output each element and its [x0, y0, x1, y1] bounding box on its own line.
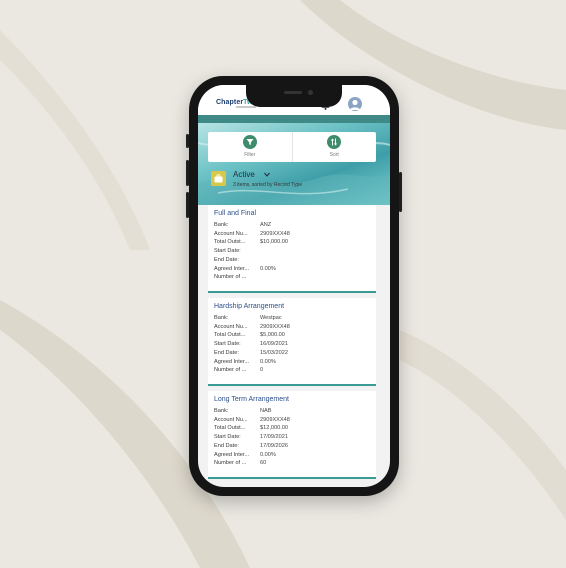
- record-title[interactable]: Long Term Arrangement: [214, 396, 370, 403]
- field-label: Total Outst...: [214, 239, 246, 246]
- record-field: Bank: ANZ: [214, 221, 370, 230]
- record-list: Full and Final Bank: ANZ Account Nu... 290…: [208, 205, 376, 484]
- field-label: Total Outst...: [214, 425, 246, 432]
- field-label: Bank:: [214, 315, 229, 321]
- filter-button[interactable]: Filter: [208, 132, 292, 162]
- field-label: Account Nu...: [214, 323, 248, 330]
- field-label: Agreed Inter...: [214, 358, 250, 365]
- nav-strip: [198, 115, 390, 123]
- field-value: 17/09/2021: [260, 434, 288, 441]
- sort-button[interactable]: Sort: [291, 132, 377, 162]
- field-label: Agreed Inter...: [214, 451, 250, 458]
- volume-down-button: [186, 192, 189, 218]
- field-label: Agreed Inter...: [214, 265, 250, 272]
- record-field: End Date: 15/03/2022: [214, 349, 370, 358]
- sort-label: Sort: [329, 152, 339, 158]
- record-title[interactable]: Full and Final: [214, 210, 370, 217]
- briefcase-icon: [214, 174, 223, 183]
- field-value: ANZ: [260, 222, 272, 228]
- record-field: Total Outst... $12,000.00: [214, 424, 370, 433]
- phone-frame: ChapterTwo: [186, 76, 402, 496]
- record-card[interactable]: Full and Final Bank: ANZ Account Nu... 290…: [208, 205, 376, 293]
- field-value: 17/09/2026: [260, 442, 288, 449]
- record-field: Start Date: 16/09/2021: [214, 340, 370, 349]
- field-value: 60: [260, 460, 267, 467]
- field-value: [260, 256, 370, 265]
- list-view-icon-box: [211, 171, 226, 186]
- user-icon: [350, 99, 360, 110]
- record-field: Number of ... 0: [214, 366, 370, 375]
- record-field: End Date:: [214, 256, 370, 265]
- volume-up-button: [186, 160, 189, 186]
- mute-switch: [186, 134, 189, 148]
- field-value: 2909XXX48: [260, 323, 290, 330]
- record-title[interactable]: Hardship Arrangement: [214, 303, 370, 310]
- field-value: $5,000.00: [260, 332, 285, 339]
- field-value: NAB: [260, 408, 272, 414]
- record-field: Agreed Inter... 0.00%: [214, 451, 370, 460]
- record-field: Start Date:: [214, 247, 370, 256]
- record-field: Account Nu... 2909XXX48: [214, 416, 370, 425]
- field-value: 15/03/2022: [260, 349, 288, 356]
- phone-screen: ChapterTwo: [198, 85, 390, 487]
- action-bar: Filter Sort: [208, 132, 376, 162]
- notch: [246, 85, 342, 107]
- field-label: Bank:: [214, 408, 229, 414]
- record-card[interactable]: Hardship Arrangement Bank: Westpac Accoun…: [208, 298, 376, 386]
- field-label: End Date:: [214, 442, 239, 449]
- field-value: 0.00%: [260, 358, 276, 365]
- list-view-subtitle: 3 items, sorted by Record Type: [233, 182, 303, 188]
- record-field: Total Outst... $5,000.00: [214, 331, 370, 340]
- logo-tagline-bar: [236, 106, 256, 108]
- record-field: Account Nu... 2909XXX48: [214, 230, 370, 239]
- filter-icon-circle: [242, 135, 257, 149]
- avatar[interactable]: [348, 97, 362, 111]
- field-value: 0: [260, 367, 264, 374]
- filter-icon: [246, 139, 254, 145]
- field-value: [260, 247, 370, 256]
- field-label: Bank:: [214, 222, 229, 228]
- field-value: $10,000.00: [260, 239, 288, 246]
- field-label: Start Date:: [214, 248, 241, 255]
- filter-label: Filter: [244, 152, 256, 158]
- list-view-title[interactable]: Active: [233, 170, 255, 179]
- field-label: Total Outst...: [214, 332, 246, 339]
- camera-icon: [308, 90, 313, 95]
- field-label: Account Nu...: [214, 416, 248, 423]
- record-field: Bank: Westpac: [214, 314, 370, 323]
- record-field: Agreed Inter... 0.00%: [214, 265, 370, 274]
- field-label: Account Nu...: [214, 230, 248, 237]
- record-field: Number of ...: [214, 273, 370, 282]
- field-value: 0.00%: [260, 265, 276, 272]
- field-value: [260, 273, 370, 282]
- field-label: Number of ...: [214, 460, 247, 467]
- logo-main-text: Chapter: [216, 99, 244, 106]
- field-value: 2909XXX48: [260, 416, 290, 423]
- field-value: 16/09/2021: [260, 341, 288, 348]
- list-view-header: Active 3 items, sorted by Record Type: [208, 169, 376, 195]
- record-field: Agreed Inter... 0.00%: [214, 358, 370, 367]
- record-field: Account Nu... 2909XXX48: [214, 323, 370, 332]
- field-label: Number of ...: [214, 274, 247, 281]
- field-value: $12,000.00: [260, 425, 288, 432]
- sort-icon-circle: [327, 135, 342, 149]
- field-label: Number of ...: [214, 367, 247, 374]
- record-field: End Date: 17/09/2026: [214, 442, 370, 451]
- record-field: Start Date: 17/09/2021: [214, 433, 370, 442]
- record-card[interactable]: Long Term Arrangement Bank: NAB Account N…: [208, 391, 376, 479]
- record-field: Number of ... 60: [214, 459, 370, 468]
- field-value: 2909XXX48: [260, 230, 290, 237]
- record-field: Total Outst... $10,000.00: [214, 238, 370, 247]
- record-field: Bank: NAB: [214, 407, 370, 416]
- sort-icon: [331, 138, 338, 146]
- power-button: [399, 172, 402, 212]
- field-label: Start Date:: [214, 341, 241, 348]
- chevron-down-icon[interactable]: [264, 172, 270, 177]
- field-value: 0.00%: [260, 451, 276, 458]
- field-value: Westpac: [260, 315, 282, 321]
- field-label: Start Date:: [214, 434, 241, 441]
- speaker-grille: [284, 91, 302, 94]
- field-label: End Date:: [214, 349, 239, 356]
- field-label: End Date:: [214, 256, 239, 263]
